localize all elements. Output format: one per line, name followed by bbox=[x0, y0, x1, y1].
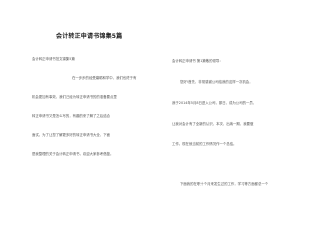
left-column-line-5: 是我整理的关于会计转正申请书，欢迎大家参考借鉴。 bbox=[32, 152, 114, 156]
left-column-line-3: 转正申请书又是怎么写的，有趣的来了解了之后结合 bbox=[32, 114, 110, 118]
document-page: 会计转正申请书锦集5篇 会计转正申请书范文锦集5篇 在一步步的经受磨砺和学中，我… bbox=[0, 0, 320, 226]
right-column-line-4: 工作。现在就当前的工作情况作一个总结。 bbox=[172, 142, 237, 146]
document-title: 会计转正申请书锦集5篇 bbox=[56, 33, 123, 40]
left-column-heading: 会计转正申请书范文锦集5篇 bbox=[32, 57, 75, 61]
right-column-line-3: 让我对会计有了全新的认识，本次，出纳一期，我要做 bbox=[172, 122, 254, 126]
left-column-line-2: 机会更加有事效，我们己经为转正申请书的的准备要点里 bbox=[32, 95, 117, 99]
right-column-line-2: 我于2014年5月8日进入公司，那日，成为公司的一员， bbox=[172, 101, 257, 105]
left-column-line-4: 面试。为了让您了解更多好的转正申请书大全，下面 bbox=[32, 133, 110, 137]
right-column-line-5: 下面我的在职十个月来发生过的工作，学习等方面都总一个 bbox=[180, 182, 269, 186]
right-column-line-1: 您好!首先，非常感谢公司给我的这样一次机会， bbox=[180, 80, 253, 84]
left-column-line-1: 在一步步的经受磨砺和学中，我们也终于有 bbox=[72, 76, 137, 80]
right-column-heading: 会计转正申请书 第1篇敬的领导： bbox=[172, 59, 223, 63]
